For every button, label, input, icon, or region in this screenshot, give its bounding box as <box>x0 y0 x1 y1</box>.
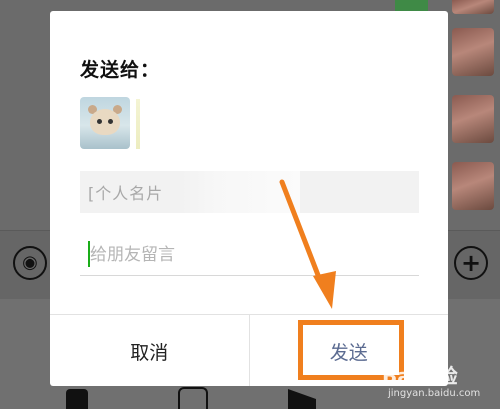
hamster-eye <box>97 119 102 124</box>
dialog-title: 发送给： <box>80 59 161 81</box>
share-dialog: 发送给： [个人名片 取消 发送 <box>50 11 448 386</box>
video-icon <box>288 389 316 409</box>
contact-avatar <box>452 0 494 14</box>
preview-blur <box>180 171 300 213</box>
message-input-wrap <box>80 239 419 276</box>
message-preview-text: [个人名片 <box>88 184 164 203</box>
cancel-button[interactable]: 取消 <box>50 315 250 386</box>
hamster-face <box>90 109 120 135</box>
microphone-icon <box>66 389 88 409</box>
contact-avatar <box>452 162 494 210</box>
dialog-footer: 取消 发送 <box>50 314 448 386</box>
plus-icon: + <box>454 246 488 280</box>
contact-avatar <box>452 95 494 143</box>
recipient-avatar <box>80 97 130 149</box>
recipient-avatar-edge <box>136 99 140 149</box>
camera-icon <box>178 387 208 409</box>
message-input[interactable] <box>90 239 410 271</box>
screen: ◉ + 发送给： [个人名片 取消 发送 <box>0 0 500 409</box>
contact-avatar <box>452 28 494 76</box>
message-preview: [个人名片 <box>80 171 419 213</box>
hamster-eye <box>108 119 113 124</box>
voice-icon: ◉ <box>13 246 47 280</box>
chat-bubble-fragment <box>395 0 428 11</box>
send-button[interactable]: 发送 <box>250 315 449 386</box>
